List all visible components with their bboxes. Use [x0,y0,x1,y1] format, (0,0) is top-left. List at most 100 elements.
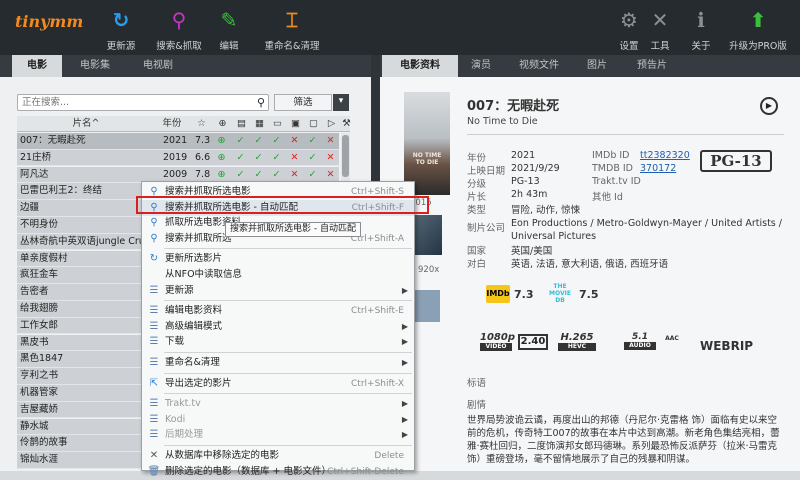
toolbar-button-rename[interactable]: ⌶ 重命名&清理 [262,4,322,52]
menu-item-label: 下载 [165,336,185,348]
check-icon: ✓ [272,135,281,146]
aac-badge: AAC [665,335,679,342]
menu-item-9[interactable]: ☰ 编辑电影资料 Ctrl+Shift-E [142,303,414,319]
movie-title-cell: 黑色1847 [20,353,64,365]
toolbar-button-info[interactable]: ℹ 关于 [686,4,716,52]
toolbar-button-refresh[interactable]: ↻ 更新源 [104,4,138,52]
search-icon: ⚲ [171,8,187,32]
filter-dropdown-button[interactable]: ▾ [333,94,349,111]
plus-circle-icon: ⊕ [217,135,226,146]
label-other-id: 其他 Id [592,192,623,203]
right-tab-bar: 电影资料 演员 视频文件 图片 预告片 [380,55,800,77]
aspect-ratio-badge: 2.40 [518,334,548,350]
list-icon: ☰ [149,284,159,296]
menu-item-18[interactable]: ☰ Kodi ▶ [142,412,414,428]
label-plot: 剧情 [467,400,487,411]
label-tmdb-id: TMDB ID [592,163,633,174]
tab-left-1[interactable]: 电影集 [64,55,126,77]
movie-title-cell: 机器管家 [20,387,59,398]
column-year-header[interactable]: 年份 [155,116,189,132]
resolution-text: 1080p [480,332,515,343]
list-icon: ☰ [149,320,159,332]
menu-item-10[interactable]: ☰ 高级编辑模式 ▶ [142,319,414,335]
menu-item-13[interactable]: ☰ 重命名&清理 ▶ [142,355,414,371]
label-language: 对白 [467,259,487,270]
label-tagline: 标语 [467,378,487,389]
movie-rating-cell: 7.3 [195,135,211,146]
check-icon: ✓ [308,135,317,146]
toolbar-button-tools[interactable]: ✕ 工具 [646,4,674,52]
toolbar-button-pencil[interactable]: ✎ 编辑 [214,4,244,52]
tab-right-0[interactable]: 电影资料 [382,55,458,77]
toolbar-label: 编辑 [219,41,239,52]
toolbar-label: 设置 [619,41,639,52]
movie-title-cell: 工作女郎 [20,319,59,331]
fanart-caption: 920x [418,265,440,275]
audio-sub: AUDIO [624,342,656,350]
search-input[interactable] [18,95,238,110]
menu-item-label: 从数据库中移除选定的电影 [165,450,280,461]
tools-icon: ✕ [651,8,669,32]
audio-badge: 5.1 AUDIO [624,332,656,350]
menu-shortcut: Ctrl+Shift-X [351,378,404,389]
table-row[interactable]: 007：无暇赴死 2021 7.3 ⊕ ✓ ✓ ✓ ✕ ✓ ✕ [17,133,339,150]
export-icon: ⇱ [149,377,159,389]
list-icon: ☰ [149,429,159,441]
menu-item-6[interactable]: 从NFO中读取信息 [142,267,414,283]
menu-item-15[interactable]: ⇱ 导出选定的影片 Ctrl+Shift-X [142,376,414,392]
wrench-icon[interactable]: ⚒ [338,116,355,132]
menu-item-7[interactable]: ☰ 更新源 ▶ [142,283,414,299]
rename-icon: ⌶ [286,8,298,32]
toolbar-button-upgrade-arrow[interactable]: ⬆ 升级为PRO版 [728,4,788,52]
main-toolbar: tinymm ↻ 更新源 ⚲ 搜索&抓取 ✎ 编辑 ⌶ 重命名&清理 ⚙ 设置 ✕ 工具 ℹ 关于 ⬆ 升级… [0,0,800,55]
table-row[interactable]: 21庄桥 2019 6.6 ⊕ ✓ ✓ ✓ ✕ ✓ ✕ [17,149,339,167]
toolbar-button-search[interactable]: ⚲ 搜索&抓取 [150,4,208,52]
tmdb-logo: THE MOVIE DB [549,283,571,304]
chevron-right-icon: ▶ [401,337,408,347]
menu-item-5[interactable]: ↻ 更新所选影片 [142,251,414,267]
movie-detail-panel: NO TIME TO DIE 2015 920x 007：无暇赴死 No Tim… [380,77,800,471]
subtitle-icon[interactable]: ▣ [287,116,304,132]
chevron-right-icon: ▶ [401,321,408,331]
menu-item-17[interactable]: ☰ Trakt.tv ▶ [142,396,414,412]
tab-right-3[interactable]: 图片 [576,55,618,77]
tab-right-4[interactable]: 预告片 [622,55,682,77]
list-icon: ☰ [149,336,159,348]
menu-item-label: Trakt.tv [165,398,201,410]
movie-poster[interactable]: NO TIME TO DIE [404,92,450,195]
tab-right-2[interactable]: 视频文件 [506,55,572,77]
picture-icon[interactable]: ▦ [251,116,268,132]
menu-item-11[interactable]: ☰ 下载 ▶ [142,334,414,350]
menu-item-label: 重命名&清理 [165,357,220,368]
menu-item-19[interactable]: ☰ 后期处理 ▶ [142,427,414,443]
search-icon[interactable]: ⚲ [257,96,265,109]
tmdb-id-link[interactable]: 370172 [640,163,676,174]
chat-icon[interactable]: ▢ [305,116,322,132]
play-button[interactable]: ▶ [760,97,778,115]
toolbar-button-gear[interactable]: ⚙ 设置 [616,4,642,52]
imdb-id-link[interactable]: tt2382320 [640,150,690,161]
table-header: 片名^ 年份 ☆ ⊕ ▤ ▦ ▭ ▣ ▢ ▷ ⚒ [17,116,351,132]
list-icon: ☰ [149,398,159,410]
document-icon[interactable]: ▭ [269,116,286,132]
movie-year-cell: 2021 [163,135,188,146]
column-title-header[interactable]: 片名^ [17,116,155,132]
tab-right-1[interactable]: 演员 [460,55,502,77]
menu-item-22[interactable]: 🗑 删除选定的电影（数据库 + 电影文件） Ctrl+Shift-Delete [142,464,414,480]
filter-button[interactable]: 筛选 [274,94,332,111]
movie-title-cell: 告密者 [20,286,49,298]
image-icon[interactable]: ▤ [233,116,250,132]
gear-icon: ⚙ [620,8,638,32]
menu-shortcut: Ctrl+Shift-E [351,306,404,317]
menu-separator [164,445,412,446]
star-icon[interactable]: ☆ [193,116,210,132]
close-icon: ✕ [149,450,159,461]
plus-circle-icon[interactable]: ⊕ [214,116,231,132]
tab-left-0[interactable]: 电影 [12,55,62,77]
movie-title-cell: 吉屋藏娇 [20,403,59,415]
tab-left-2[interactable]: 电视剧 [128,55,188,77]
search-box[interactable]: ⚲ [17,94,269,111]
menu-item-21[interactable]: ✕ 从数据库中移除选定的电影 Delete [142,448,414,464]
menu-item-label: 更新源 [165,284,194,296]
scrollbar-thumb[interactable] [342,135,349,177]
